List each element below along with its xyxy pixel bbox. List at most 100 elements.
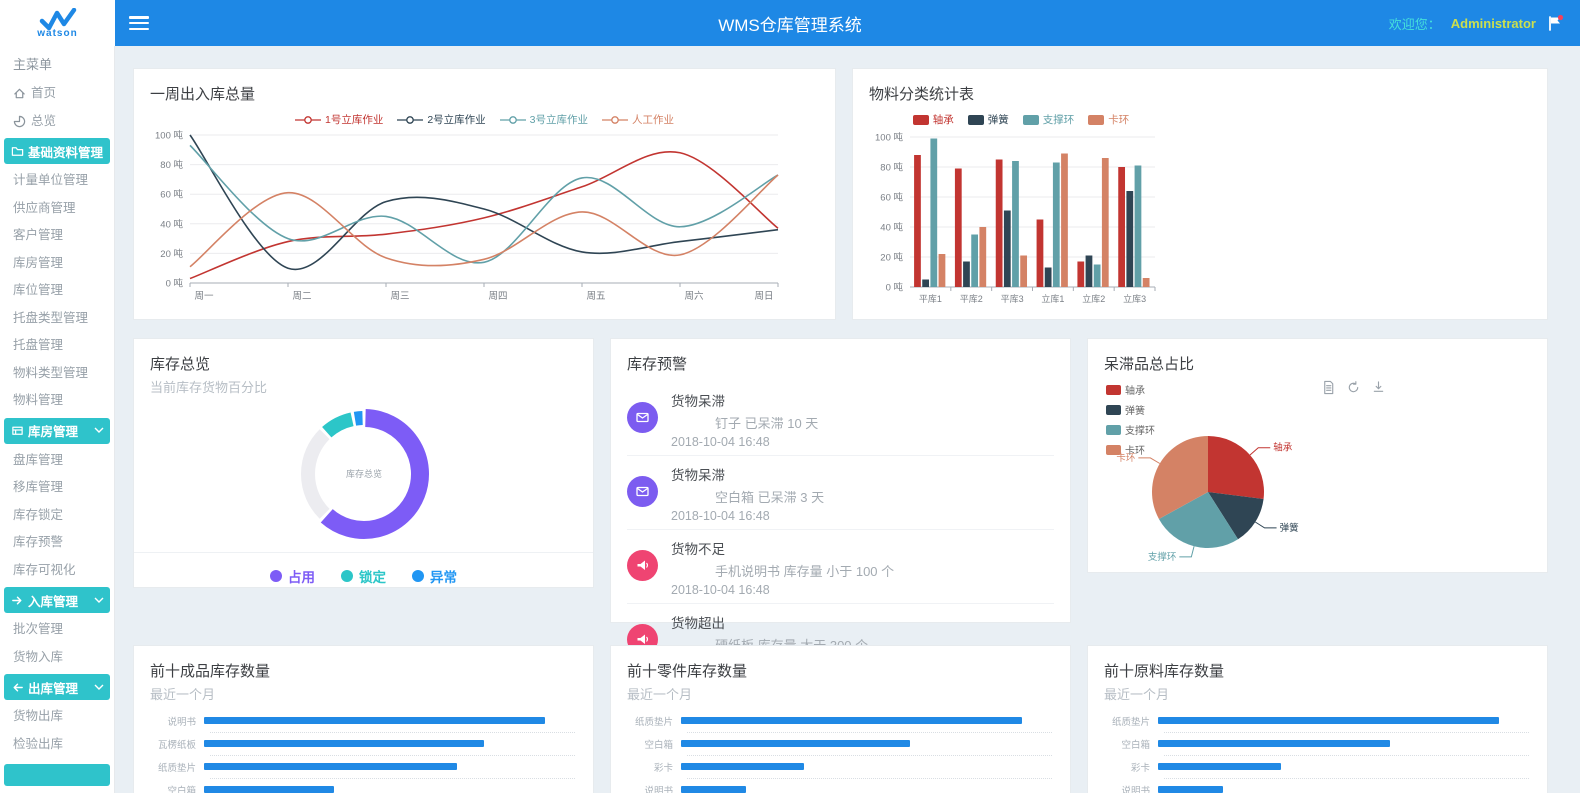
legend-item[interactable]: 1号立库作业	[295, 112, 383, 127]
line-marker-icon	[295, 115, 321, 125]
hbar-row: 空白箱	[625, 736, 1052, 751]
card-subtitle: 最近一个月	[1088, 681, 1547, 703]
legend-item[interactable]: 3号立库作业	[500, 112, 588, 127]
current-username[interactable]: Administrator	[1451, 16, 1536, 31]
bar	[963, 262, 970, 288]
alert-item[interactable]: 货物呆滞钉子 已呆滞 10 天2018-10-04 16:48	[627, 382, 1054, 455]
sidebar-item[interactable]: 批次管理	[0, 616, 114, 644]
legend-item[interactable]: 卡环	[1088, 112, 1129, 127]
legend-item[interactable]: 支撑环	[1106, 422, 1155, 437]
legend-swatch-icon	[1106, 425, 1121, 435]
hbar-bar	[204, 717, 545, 724]
svg-text:40 吨: 40 吨	[880, 222, 903, 234]
hbar-bar	[1158, 786, 1223, 793]
sidebar-group[interactable]: 出库管理	[4, 674, 110, 700]
legend-item[interactable]: 锁定	[341, 566, 386, 586]
legend-item[interactable]: 占用	[270, 566, 315, 586]
sidebar-item[interactable]: 物料类型管理	[0, 360, 114, 388]
sidebar-item[interactable]: 货物出库	[0, 703, 114, 731]
svg-text:周四: 周四	[488, 291, 507, 302]
page-title: WMS仓库管理系统	[718, 11, 862, 36]
svg-text:40 吨: 40 吨	[160, 218, 183, 230]
bar	[1118, 167, 1125, 287]
sidebar-item[interactable]: 货物入库	[0, 644, 114, 672]
legend-item[interactable]: 轴承	[1106, 382, 1155, 397]
donut-chart-canvas: 库存总览	[288, 400, 440, 552]
sidebar-item[interactable]: 盘库管理	[0, 447, 114, 475]
sidebar-group[interactable]: 库房管理	[4, 418, 110, 444]
menu-toggle-icon[interactable]	[129, 16, 149, 30]
svg-text:立库2: 立库2	[1082, 293, 1105, 304]
legend-item[interactable]: 弹簧	[968, 112, 1009, 127]
sidebar-item[interactable]: 供应商管理	[0, 195, 114, 223]
welcome-text: 欢迎您：	[1389, 14, 1441, 33]
legend-item[interactable]: 轴承	[913, 112, 954, 127]
sidebar-item[interactable]: 库存预警	[0, 529, 114, 557]
card-top-raw: 前十原料库存数量 最近一个月 纸质垫片空白箱彩卡说明书	[1087, 645, 1548, 793]
line-chart-canvas: 0 吨20 吨40 吨60 吨80 吨100 吨周一周二周三周四周五周六周日	[138, 127, 798, 309]
sidebar-group[interactable]: 入库管理	[4, 587, 110, 613]
alert-item[interactable]: 货物呆滞空白箱 已呆滞 3 天2018-10-04 16:48	[627, 456, 1054, 529]
alert-list: 货物呆滞钉子 已呆滞 10 天2018-10-04 16:48货物呆滞空白箱 已…	[611, 374, 1070, 677]
home-icon	[13, 87, 26, 100]
legend-item[interactable]: 支撑环	[1023, 112, 1075, 127]
sidebar-item[interactable]: 计量单位管理	[0, 167, 114, 195]
inventory-donut-chart: 库存总览占用 锁定 异常	[134, 396, 593, 600]
legend-dot-icon	[412, 570, 424, 582]
app-logo[interactable]: watson	[0, 0, 115, 46]
legend-item[interactable]: 弹簧	[1106, 402, 1155, 417]
sidebar-item[interactable]: 托盘管理	[0, 332, 114, 360]
alert-timestamp: 2018-10-04 16:48	[671, 509, 824, 523]
dotted-divider	[687, 778, 1052, 779]
sidebar-item[interactable]: 库房管理	[0, 250, 114, 278]
top-raw-hbar-chart: 纸质垫片空白箱彩卡说明书	[1088, 703, 1547, 793]
legend-item[interactable]: 卡环	[1106, 442, 1155, 457]
hbar-track	[681, 717, 1052, 724]
legend-item[interactable]: 异常	[412, 566, 457, 586]
legend-swatch-icon	[968, 115, 984, 125]
hbar-track	[681, 740, 1052, 747]
alert-desc: 钉子 已呆滞 10 天	[671, 413, 818, 432]
hbar-row: 说明书	[148, 713, 575, 728]
hbar-bar	[204, 786, 334, 793]
card-title: 一周出入库总量	[134, 69, 835, 104]
svg-text:0 吨: 0 吨	[166, 278, 184, 290]
sidebar-item[interactable]: 客户管理	[0, 222, 114, 250]
sidebar-item[interactable]: 首页	[0, 80, 114, 108]
sidebar-item[interactable]: 托盘类型管理	[0, 305, 114, 333]
hbar-track	[1158, 740, 1529, 747]
hbar-track	[681, 763, 1052, 770]
bar	[971, 235, 978, 288]
legend-item[interactable]: 人工作业	[602, 112, 674, 127]
hbar-track	[204, 763, 575, 770]
download-icon[interactable]	[1371, 380, 1386, 395]
hbar-row: 纸质垫片	[625, 713, 1052, 728]
flag-notification-icon[interactable]	[1546, 14, 1564, 32]
bar	[1077, 262, 1084, 288]
bar	[1045, 268, 1052, 288]
sidebar-item[interactable]: 库位管理	[0, 277, 114, 305]
dotted-divider	[1164, 755, 1529, 756]
sidebar-group[interactable]	[4, 764, 110, 786]
alert-title: 货物超出	[671, 612, 868, 632]
sidebar-item[interactable]: 检验出库	[0, 731, 114, 759]
sidebar-item[interactable]: 库存锁定	[0, 502, 114, 530]
svg-text:平库2: 平库2	[960, 293, 983, 304]
sidebar-item[interactable]: 移库管理	[0, 474, 114, 502]
sidebar-group[interactable]: 基础资料管理	[4, 138, 110, 164]
hbar-bar	[204, 740, 484, 747]
svg-text:100 吨: 100 吨	[155, 130, 183, 142]
sidebar-item[interactable]: 物料管理	[0, 387, 114, 415]
dotted-divider	[210, 732, 575, 733]
bar	[1061, 154, 1068, 288]
data-view-icon[interactable]	[1321, 380, 1336, 395]
svg-text:60 吨: 60 吨	[160, 189, 183, 201]
alert-timestamp: 2018-10-04 16:48	[671, 583, 894, 597]
alert-item[interactable]: 货物不足手机说明书 库存量 小于 100 个2018-10-04 16:48	[627, 530, 1054, 603]
refresh-icon[interactable]	[1346, 380, 1361, 395]
sidebar-item[interactable]: 总览	[0, 108, 114, 136]
bar	[1020, 256, 1027, 288]
legend-item[interactable]: 2号立库作业	[397, 112, 485, 127]
sidebar-item[interactable]: 库存可视化	[0, 557, 114, 585]
card-title: 前十成品库存数量	[134, 646, 593, 681]
